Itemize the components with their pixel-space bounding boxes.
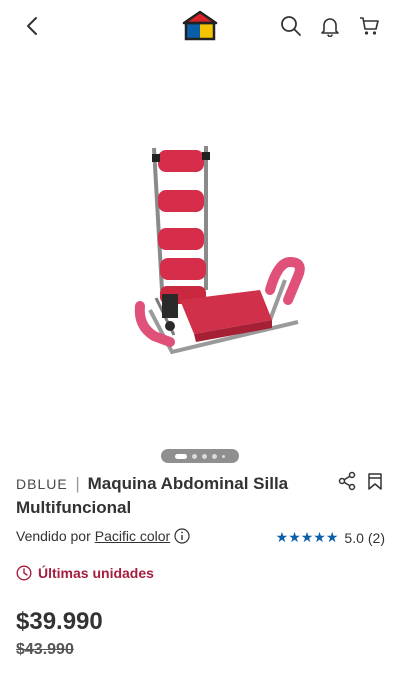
- product-title: DBLUE | Maquina Abdominal Silla Multifun…: [16, 472, 326, 519]
- carousel-dot[interactable]: [192, 453, 197, 459]
- carousel-dot[interactable]: [202, 453, 207, 459]
- rating-value: 5.0: [344, 529, 364, 546]
- bell-icon: [321, 18, 339, 37]
- original-price: $43.990: [16, 641, 74, 658]
- search-button[interactable]: [278, 13, 304, 39]
- carousel-dot[interactable]: [212, 453, 217, 459]
- seller-link[interactable]: Pacific color: [95, 528, 170, 544]
- notifications-button[interactable]: [317, 13, 343, 39]
- product-image[interactable]: [120, 130, 320, 370]
- brand-name[interactable]: DBLUE: [16, 476, 68, 492]
- image-carousel-indicator[interactable]: [161, 449, 239, 463]
- stock-warning: Últimas unidades: [16, 565, 154, 581]
- house-logo[interactable]: [182, 9, 218, 41]
- seller-prefix: Vendido por: [16, 528, 91, 544]
- current-price: $39.990: [16, 608, 103, 635]
- chevron-left-icon: [27, 17, 37, 35]
- stock-label: Últimas unidades: [38, 565, 154, 581]
- info-icon[interactable]: [174, 528, 190, 544]
- clock-icon: [16, 565, 32, 581]
- search-icon: [281, 16, 301, 36]
- title-separator: |: [75, 474, 80, 493]
- rating-count: (2): [367, 529, 385, 546]
- carousel-dot[interactable]: [222, 454, 225, 458]
- carousel-dot-active[interactable]: [175, 453, 187, 459]
- seller-info: Vendido por Pacific color: [16, 528, 190, 544]
- rating-stars: ★★★★★: [275, 529, 339, 545]
- product-rating[interactable]: ★★★★★ 5.0 (2): [276, 529, 385, 546]
- bookmark-icon[interactable]: [365, 471, 385, 491]
- cart-icon: [360, 17, 379, 35]
- back-button[interactable]: [18, 12, 46, 40]
- share-icon[interactable]: [337, 471, 357, 491]
- cart-button[interactable]: [356, 13, 382, 39]
- top-bar: [0, 0, 400, 52]
